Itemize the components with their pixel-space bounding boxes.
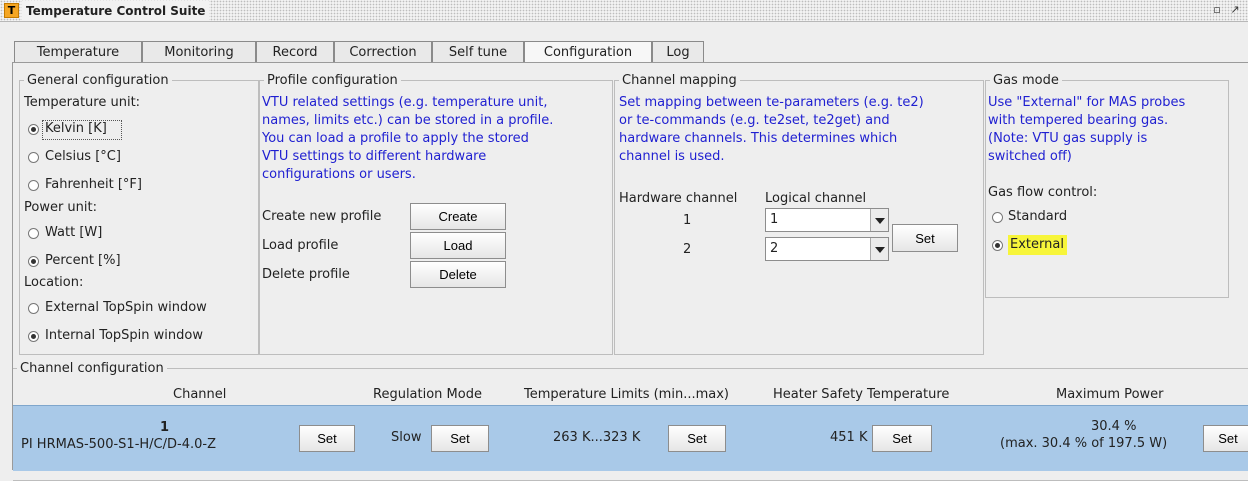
- window-title: Temperature Control Suite: [22, 1, 210, 21]
- profile-desc-line-1: VTU related settings (e.g. temperature u…: [262, 95, 548, 110]
- radio-gas-external[interactable]: [992, 240, 1003, 251]
- maximum-power-value: 30.4 %: [1091, 419, 1137, 434]
- gas-desc-line-3: (Note: VTU gas supply is: [988, 131, 1148, 146]
- load-profile-button[interactable]: Load: [410, 232, 506, 259]
- maximize-icon[interactable]: ↗: [1228, 3, 1242, 17]
- kelvin-label-wrap: Kelvin [K]: [42, 120, 122, 140]
- radio-internal-window[interactable]: [28, 331, 39, 342]
- title-bar: T Temperature Control Suite ▫ ↗: [0, 0, 1248, 22]
- tab-temperature[interactable]: Temperature: [14, 41, 142, 63]
- gas-external-label[interactable]: External: [1008, 235, 1067, 255]
- channel-mapping-set-button[interactable]: Set: [892, 224, 958, 252]
- mapping-desc-line-4: channel is used.: [619, 149, 725, 164]
- create-profile-button[interactable]: Create: [410, 203, 506, 230]
- gas-flow-control-label: Gas flow control:: [988, 185, 1098, 200]
- channel-mapping-group: Channel mapping Set mapping between te-p…: [614, 73, 984, 355]
- restore-icon[interactable]: ▫: [1210, 3, 1224, 17]
- profile-desc-line-3: You can load a profile to apply the stor…: [262, 131, 529, 146]
- channel-set-button[interactable]: Set: [299, 425, 355, 452]
- table-row[interactable]: 1 PI HRMAS-500-S1-H/C/D-4.0-Z Set Slow S…: [13, 405, 1248, 471]
- logical-channel-select-2[interactable]: 2: [765, 237, 889, 261]
- general-configuration-group: General configuration Temperature unit: …: [19, 73, 259, 355]
- tab-self-tune[interactable]: Self tune: [432, 41, 524, 63]
- radio-watt[interactable]: [28, 228, 39, 239]
- channel-number: 1: [160, 420, 170, 435]
- app-icon: T: [4, 3, 19, 18]
- tab-record[interactable]: Record: [256, 41, 334, 63]
- internal-window-label[interactable]: Internal TopSpin window: [45, 328, 203, 343]
- celsius-label[interactable]: Celsius [°C]: [45, 149, 121, 164]
- watt-label[interactable]: Watt [W]: [45, 225, 102, 240]
- power-unit-label: Power unit:: [24, 200, 98, 215]
- mapping-desc-line-2: or te-commands (e.g. te2set, te2get) and: [619, 113, 890, 128]
- profile-configuration-legend: Profile configuration: [267, 73, 398, 88]
- radio-celsius[interactable]: [28, 152, 39, 163]
- fahrenheit-label[interactable]: Fahrenheit [°F]: [45, 177, 142, 192]
- heater-safety-set-button[interactable]: Set: [872, 425, 932, 452]
- maximum-power-detail: (max. 30.4 % of 197.5 W): [1000, 436, 1168, 451]
- radio-percent[interactable]: [28, 256, 39, 267]
- radio-kelvin[interactable]: [28, 124, 39, 135]
- gas-standard-label[interactable]: Standard: [1008, 209, 1067, 224]
- configuration-panel: General configuration Temperature unit: …: [12, 62, 1248, 481]
- tab-log[interactable]: Log: [652, 41, 704, 63]
- gas-desc-line-4: switched off): [988, 149, 1072, 164]
- profile-configuration-group: Profile configuration VTU related settin…: [259, 73, 613, 355]
- focus-indicator: [42, 120, 122, 140]
- profile-desc-line-5: configurations or users.: [262, 167, 416, 182]
- radio-external-window[interactable]: [28, 303, 39, 314]
- header-channel: Channel: [173, 387, 227, 402]
- create-profile-label: Create new profile: [262, 209, 382, 224]
- mapping-desc-line-1: Set mapping between te-parameters (e.g. …: [619, 95, 924, 110]
- radio-fahrenheit[interactable]: [28, 180, 39, 191]
- delete-profile-button[interactable]: Delete: [410, 261, 506, 288]
- tab-correction[interactable]: Correction: [334, 41, 432, 63]
- mapping-desc-line-3: hardware channels. This determines which: [619, 131, 898, 146]
- logical-channel-value-1: 1: [770, 212, 779, 227]
- gas-mode-group: Gas mode Use "External" for MAS probes w…: [985, 73, 1229, 298]
- logical-channel-select-1[interactable]: 1: [765, 208, 889, 232]
- chevron-down-icon[interactable]: [870, 209, 888, 231]
- profile-desc-line-2: names, limits etc.) can be stored in a p…: [262, 113, 554, 128]
- location-label: Location:: [24, 275, 84, 290]
- profile-desc-line-4: VTU settings to different hardware: [262, 149, 487, 164]
- gas-desc-line-2: with tempered bearing gas.: [988, 113, 1169, 128]
- chevron-down-icon[interactable]: [870, 238, 888, 260]
- maximum-power-set-button[interactable]: Set: [1203, 425, 1248, 452]
- hardware-channel-1: 1: [683, 213, 692, 228]
- logical-channel-header: Logical channel: [765, 191, 867, 206]
- logical-channel-value-2: 2: [770, 241, 779, 256]
- external-window-label[interactable]: External TopSpin window: [45, 300, 207, 315]
- load-profile-label: Load profile: [262, 238, 339, 253]
- gas-desc-line-1: Use "External" for MAS probes: [988, 95, 1186, 110]
- tab-monitoring[interactable]: Monitoring: [142, 41, 256, 63]
- hardware-channel-2: 2: [683, 242, 692, 257]
- header-regulation-mode: Regulation Mode: [373, 387, 482, 402]
- regulation-mode-value: Slow: [391, 430, 422, 445]
- hardware-channel-header: Hardware channel: [619, 191, 738, 206]
- gas-mode-legend: Gas mode: [993, 73, 1059, 88]
- header-heater-safety: Heater Safety Temperature: [773, 387, 950, 402]
- radio-gas-standard[interactable]: [992, 212, 1003, 223]
- regulation-mode-set-button[interactable]: Set: [431, 425, 489, 452]
- heater-safety-value: 451 K: [830, 430, 868, 445]
- temperature-limits-value: 263 K...323 K: [553, 430, 641, 445]
- channel-probe-name: PI HRMAS-500-S1-H/C/D-4.0-Z: [21, 437, 216, 452]
- percent-label[interactable]: Percent [%]: [45, 253, 121, 268]
- header-maximum-power: Maximum Power: [1056, 387, 1164, 402]
- temperature-unit-label: Temperature unit:: [24, 95, 141, 110]
- temperature-limits-set-button[interactable]: Set: [668, 425, 726, 452]
- delete-profile-label: Delete profile: [262, 267, 350, 282]
- general-configuration-legend: General configuration: [27, 73, 169, 88]
- tab-configuration[interactable]: Configuration: [524, 41, 652, 64]
- header-temperature-limits: Temperature Limits (min...max): [524, 387, 729, 402]
- channel-mapping-legend: Channel mapping: [622, 73, 737, 88]
- channel-configuration-legend: Channel configuration: [20, 361, 164, 376]
